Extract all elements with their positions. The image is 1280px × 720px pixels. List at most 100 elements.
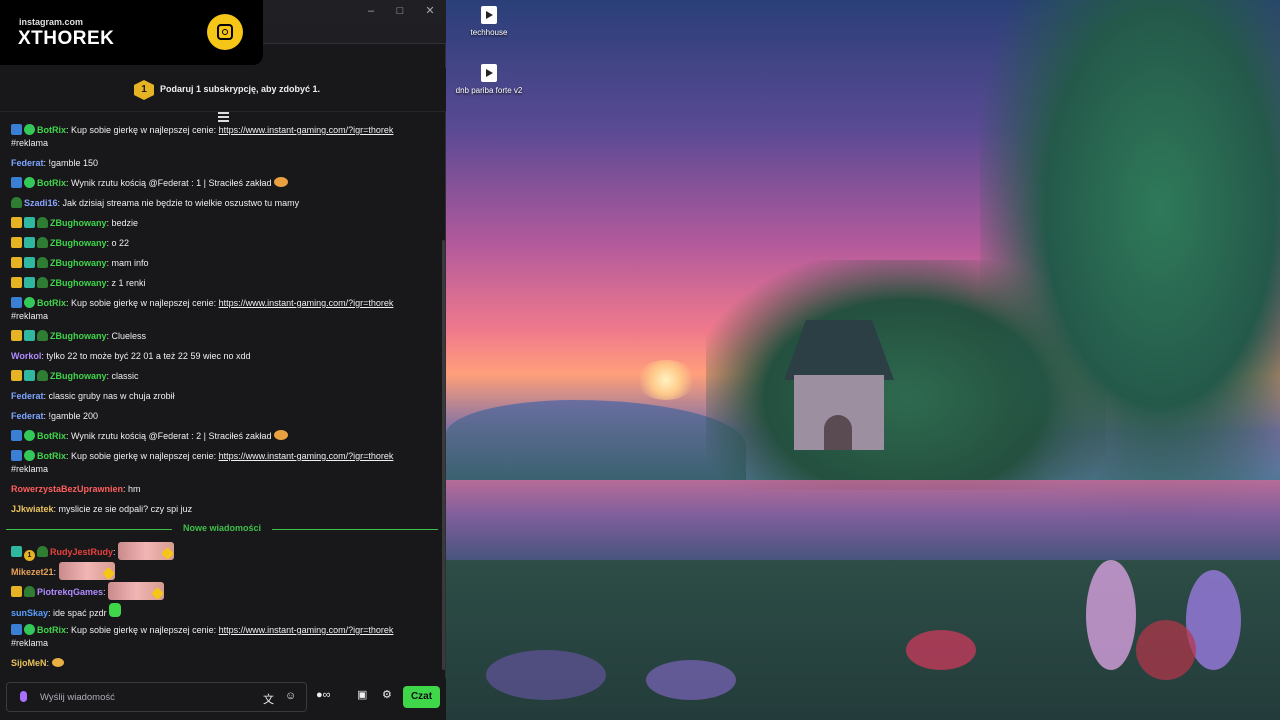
chat-text: Jak dzisiaj streama nie będzie to wielki… — [62, 198, 300, 208]
chat-username[interactable]: Federat — [11, 158, 44, 168]
chat-username[interactable]: BotRix — [37, 625, 66, 635]
custom-emote-icon — [58, 562, 115, 580]
bot-badge-icon — [11, 430, 22, 441]
chat-scrollbar[interactable] — [442, 240, 445, 670]
chat-input-bar: Wyślij wiadomość 文 ☺ ●∞ ▣ ⚙ Czat — [0, 678, 446, 720]
chat-username[interactable]: BotRix — [37, 298, 66, 308]
desktop-icon-label: techhouse — [470, 28, 508, 37]
media-file-icon — [481, 64, 497, 82]
chat-message: Szadi16: Jak dzisiaj streama nie będzie … — [11, 197, 431, 210]
maximize-icon[interactable]: □ — [393, 4, 407, 18]
chat-username[interactable]: JJkwiatek — [11, 504, 54, 514]
emoji-picker-icon[interactable]: ☺ — [285, 690, 296, 702]
emoji-icon — [274, 430, 288, 440]
chat-message: BotRix: Wynik rzutu kością @Federat : 1 … — [11, 177, 431, 190]
chat-username[interactable]: ZBughowany — [50, 331, 107, 341]
wallpaper-lake — [446, 480, 1280, 570]
chat-text: ide spać pzdr — [53, 608, 107, 618]
chat-username[interactable]: Federat — [11, 411, 44, 421]
gift-count-badge-icon: 1 — [24, 550, 35, 561]
sub-badge-icon — [24, 330, 35, 341]
crown-badge-icon — [11, 370, 22, 381]
channel-points-icon[interactable]: ●∞ — [316, 689, 331, 701]
chat-username[interactable]: sunSkay — [11, 608, 48, 618]
crown-badge-icon — [11, 586, 22, 597]
instagram-icon — [207, 14, 243, 50]
chat-text: Wynik rzutu kością @Federat : 2 | Straci… — [71, 431, 272, 441]
close-icon[interactable]: ✕ — [423, 4, 437, 18]
send-chat-button[interactable]: Czat — [403, 686, 440, 708]
desktop-icon-techhouse[interactable]: techhouse — [449, 6, 529, 37]
verified-badge-icon — [24, 450, 35, 461]
translate-icon[interactable]: 文 — [263, 691, 274, 707]
chat-link[interactable]: https://www.instant-gaming.com/?igr=thor… — [219, 298, 394, 308]
chat-text-cont: #reklama — [11, 311, 49, 321]
wallpaper-sun — [636, 360, 696, 400]
chat-link[interactable]: https://www.instant-gaming.com/?igr=thor… — [219, 451, 394, 461]
chat-username[interactable]: ZBughowany — [50, 258, 107, 268]
overlay-small-text: instagram.com — [19, 17, 84, 27]
verified-badge-icon — [24, 124, 35, 135]
mic-icon[interactable] — [20, 691, 27, 702]
chat-text: z 1 renki — [111, 278, 146, 288]
minimize-icon[interactable]: – — [364, 4, 378, 18]
emoji-icon — [51, 658, 64, 667]
chat-text-cont: #reklama — [11, 464, 49, 474]
chat-username[interactable]: BotRix — [37, 125, 66, 135]
chat-text: o 22 — [111, 238, 130, 248]
chat-username[interactable]: Federat — [11, 391, 44, 401]
chat-username[interactable]: PiotrekqGames — [37, 587, 103, 597]
wallpaper-hills — [446, 400, 746, 480]
chat-username[interactable]: Mikezet21 — [11, 567, 54, 577]
chat-link[interactable]: https://www.instant-gaming.com/?igr=thor… — [219, 625, 394, 635]
chat-paused-icon[interactable] — [218, 112, 229, 122]
plant-badge-icon — [37, 546, 48, 557]
chat-username[interactable]: ZBughowany — [50, 371, 107, 381]
chat-username[interactable]: ZBughowany — [50, 218, 107, 228]
chat-message: SijoMeN: — [11, 657, 431, 670]
chat-text-cont: #reklama — [11, 638, 49, 648]
chat-text: mam info — [111, 258, 149, 268]
chat-username[interactable]: BotRix — [37, 178, 66, 188]
wallpaper-house — [774, 320, 904, 450]
sub-badge-icon — [24, 277, 35, 288]
chat-username[interactable]: Workol — [11, 351, 41, 361]
chat-username[interactable]: SijoMeN — [11, 658, 47, 668]
chat-message: RowerzystaBezUprawnien: hm — [11, 484, 141, 494]
plant-badge-icon — [37, 217, 48, 228]
plant-badge-icon — [11, 197, 22, 208]
chat-message-list: BotRix: Kup sobie gierkę w najlepszej ce… — [0, 122, 440, 674]
chat-username[interactable]: BotRix — [37, 451, 66, 461]
bot-badge-icon — [11, 297, 22, 308]
desktop-icon-dnb[interactable]: dnb pariba forte v2 — [449, 64, 529, 95]
sub-badge-icon — [11, 546, 22, 557]
verified-badge-icon — [24, 177, 35, 188]
crown-badge-icon — [11, 257, 22, 268]
gift-icon[interactable]: ▣ — [357, 688, 367, 701]
chat-input[interactable]: Wyślij wiadomość 文 ☺ — [6, 682, 307, 712]
chat-text: bedzie — [111, 218, 139, 228]
chat-username[interactable]: RudyJestRudy — [50, 547, 113, 557]
chat-username[interactable]: RowerzystaBezUprawnien — [11, 484, 123, 494]
chat-username[interactable]: Szadi16 — [24, 198, 58, 208]
desktop-icon-label: dnb pariba forte v2 — [455, 86, 523, 95]
bot-badge-icon — [11, 124, 22, 135]
chat-message: ZBughowany: mam info — [11, 257, 431, 270]
chat-text: Kup sobie gierkę w najlepszej cenie: — [71, 451, 219, 461]
plant-badge-icon — [37, 277, 48, 288]
chat-text: Clueless — [111, 331, 147, 341]
new-messages-label: Nowe wiadomości — [182, 523, 262, 533]
custom-emote-icon — [108, 582, 165, 600]
plant-badge-icon — [37, 330, 48, 341]
settings-gear-icon[interactable]: ⚙ — [382, 688, 392, 701]
chat-username[interactable]: BotRix — [37, 431, 66, 441]
chat-username[interactable]: ZBughowany — [50, 278, 107, 288]
desktop-wallpaper: techhouse dnb pariba forte v2 — [446, 0, 1280, 720]
chat-link[interactable]: https://www.instant-gaming.com/?igr=thor… — [219, 125, 394, 135]
chat-text: hm — [128, 484, 141, 494]
chat-message: BotRix: Kup sobie gierkę w najlepszej ce… — [11, 450, 394, 474]
chat-message: Mikezet21: — [11, 562, 431, 580]
plant-badge-icon — [37, 257, 48, 268]
gift-sub-banner[interactable]: 1 Podaruj 1 subskrypcję, aby zdobyć 1. — [0, 68, 446, 112]
chat-username[interactable]: ZBughowany — [50, 238, 107, 248]
